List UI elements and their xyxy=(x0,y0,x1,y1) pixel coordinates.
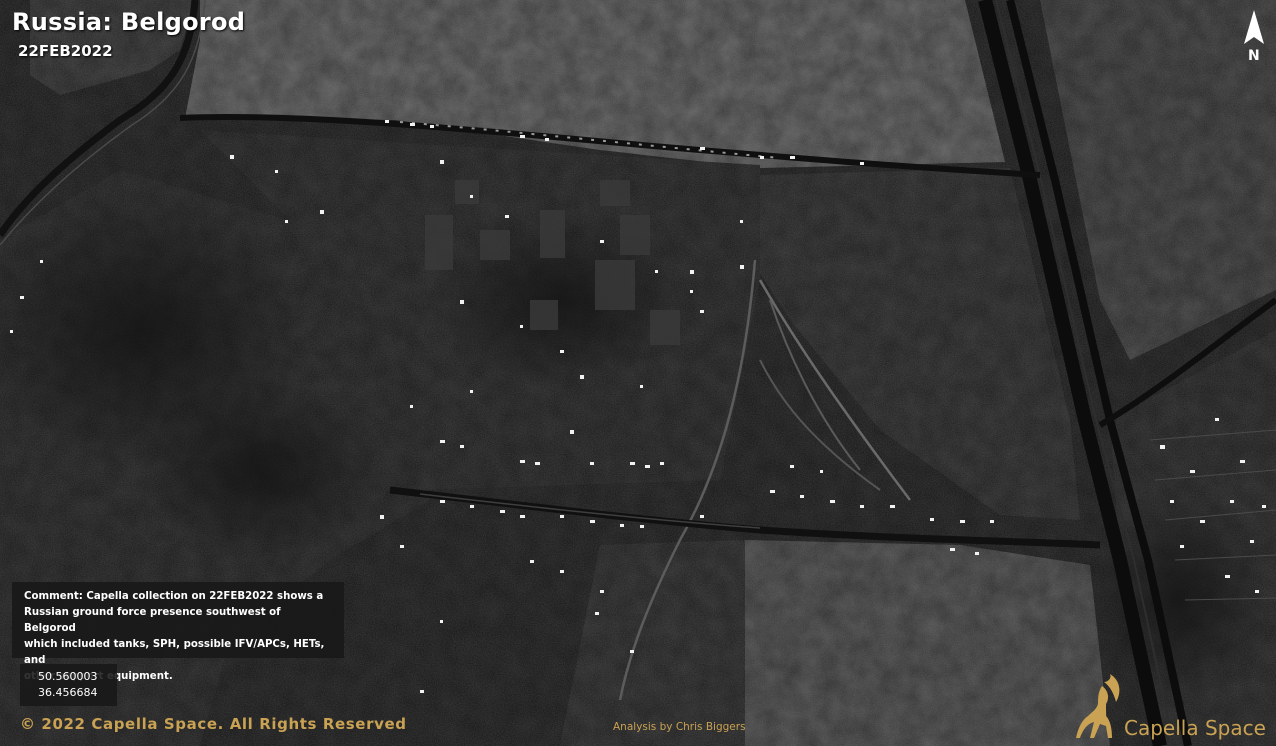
north-label: N xyxy=(1248,48,1260,64)
comment-line: Russian ground force presence southwest … xyxy=(24,607,281,634)
brand-name: Capella Space xyxy=(1124,716,1266,740)
longitude: 36.456684 xyxy=(38,686,98,699)
copyright-notice: © 2022 Capella Space. All Rights Reserve… xyxy=(20,715,407,733)
coordinates-panel: 50.560003 36.456684 xyxy=(20,664,117,706)
capture-date: 22FEB2022 xyxy=(18,42,113,60)
comment-line: Comment: Capella collection on 22FEB2022… xyxy=(24,591,324,602)
latitude: 50.560003 xyxy=(38,670,98,683)
page-title: Russia: Belgorod xyxy=(12,8,246,36)
comment-panel: Comment: Capella collection on 22FEB2022… xyxy=(12,582,344,682)
analysis-credit: Analysis by Chris Biggers xyxy=(613,721,746,733)
ibex-logo-icon xyxy=(1076,674,1120,738)
